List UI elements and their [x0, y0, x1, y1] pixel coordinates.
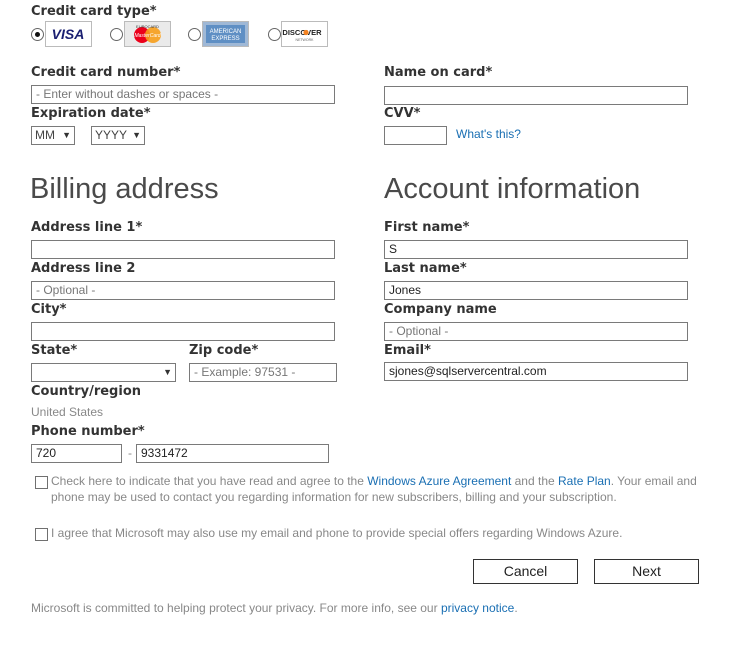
discover-icon: DISCOVER NETWORK [282, 22, 327, 46]
cvv-input[interactable] [384, 126, 447, 145]
cancel-button[interactable]: Cancel [473, 559, 578, 584]
name-on-card-label: Name on card* [384, 65, 493, 80]
svg-text:EUROCARD: EUROCARD [136, 24, 159, 29]
svg-text:DISCOVER: DISCOVER [282, 28, 322, 37]
windows-azure-agreement-link[interactable]: Windows Azure Agreement [367, 474, 511, 488]
city-input[interactable] [31, 322, 335, 341]
phone-separator: - [128, 446, 132, 460]
zip-label: Zip code* [189, 343, 259, 358]
privacy-notice-link[interactable]: privacy notice [441, 601, 514, 615]
email-label: Email* [384, 343, 431, 358]
cvv-label: CVV* [384, 106, 421, 121]
first-name-label: First name* [384, 220, 470, 235]
address1-input[interactable] [31, 240, 335, 259]
svg-text:VISA: VISA [52, 26, 85, 42]
privacy-text-end: . [514, 601, 518, 615]
svg-text:NETWORK: NETWORK [296, 38, 315, 42]
offers-checkbox[interactable] [35, 528, 48, 541]
mastercard-logo[interactable]: EUROCARD MasterCard [124, 21, 171, 47]
agreement-text-middle: and the [511, 474, 559, 488]
state-label: State* [31, 343, 78, 358]
rate-plan-link[interactable]: Rate Plan [558, 474, 611, 488]
name-on-card-input[interactable] [384, 86, 688, 105]
mastercard-icon: EUROCARD MasterCard [125, 22, 170, 46]
billing-heading: Billing address [30, 173, 219, 205]
offers-text: I agree that Microsoft may also use my e… [51, 526, 623, 540]
card-radio-discover[interactable] [268, 28, 281, 41]
state-select[interactable]: ▼ [31, 363, 176, 382]
chevron-down-icon: ▼ [62, 130, 71, 140]
visa-logo[interactable]: VISA [45, 21, 92, 47]
agreement-checkbox[interactable] [35, 476, 48, 489]
company-input[interactable]: - Optional - [384, 322, 688, 341]
address1-label: Address line 1* [31, 220, 143, 235]
svg-text:AMERICAN: AMERICAN [210, 29, 242, 35]
card-radio-mastercard[interactable] [110, 28, 123, 41]
agreement-text: Check here to indicate that you have rea… [51, 473, 701, 505]
account-heading: Account information [384, 173, 641, 205]
email-input[interactable]: sjones@sqlservercentral.com [384, 362, 688, 381]
expiration-label: Expiration date* [31, 106, 151, 121]
expiration-year-value: YYYY [95, 128, 128, 142]
chevron-down-icon: ▼ [163, 367, 172, 377]
next-button[interactable]: Next [594, 559, 699, 584]
expiration-month-value: MM [35, 128, 55, 142]
address2-label: Address line 2 [31, 261, 136, 276]
cvv-help-link[interactable]: What's this? [456, 126, 521, 142]
card-type-label: Credit card type* [31, 4, 157, 19]
card-number-label: Credit card number* [31, 65, 181, 80]
first-name-input[interactable]: S [384, 240, 688, 259]
phone-area-code-input[interactable]: 720 [31, 444, 122, 463]
phone-label: Phone number* [31, 424, 145, 439]
svg-text:MasterCard: MasterCard [134, 33, 160, 39]
chevron-down-icon: ▼ [132, 130, 141, 140]
city-label: City* [31, 302, 67, 317]
last-name-label: Last name* [384, 261, 467, 276]
discover-logo[interactable]: DISCOVER NETWORK [281, 21, 328, 47]
visa-icon: VISA [46, 22, 91, 46]
expiration-year-select[interactable]: YYYY ▼ [91, 126, 145, 145]
expiration-month-select[interactable]: MM ▼ [31, 126, 75, 145]
address2-input[interactable]: - Optional - [31, 281, 335, 300]
privacy-text-body: Microsoft is committed to helping protec… [31, 601, 441, 615]
phone-number-input[interactable]: 9331472 [136, 444, 329, 463]
card-radio-amex[interactable] [188, 28, 201, 41]
svg-text:EXPRESS: EXPRESS [211, 36, 239, 42]
privacy-text: Microsoft is committed to helping protec… [31, 600, 518, 616]
card-radio-visa[interactable] [31, 28, 44, 41]
card-number-input[interactable]: - Enter without dashes or spaces - [31, 85, 335, 104]
zip-input[interactable]: - Example: 97531 - [189, 363, 337, 382]
country-label: Country/region [31, 384, 142, 399]
last-name-input[interactable]: Jones [384, 281, 688, 300]
company-label: Company name [384, 302, 497, 317]
country-value: United States [31, 405, 104, 419]
amex-logo[interactable]: AMERICAN EXPRESS [202, 21, 249, 47]
amex-icon: AMERICAN EXPRESS [203, 22, 248, 46]
agreement-text-before: Check here to indicate that you have rea… [51, 474, 368, 488]
